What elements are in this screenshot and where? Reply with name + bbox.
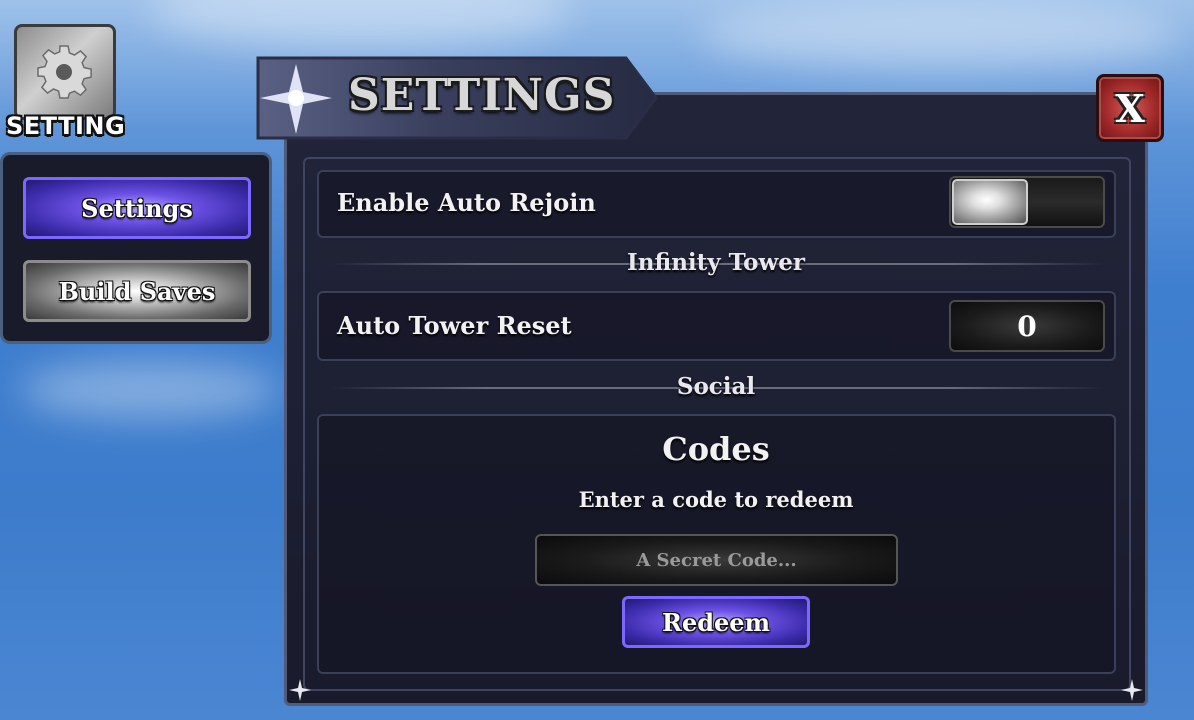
gear-icon xyxy=(37,45,92,99)
window-title: SETTINGS xyxy=(348,70,616,121)
close-button[interactable]: X xyxy=(1096,74,1164,142)
codes-title: Codes xyxy=(662,430,770,468)
auto-rejoin-label: Enable Auto Rejoin xyxy=(337,188,596,217)
cloud xyxy=(150,0,570,50)
auto-rejoin-toggle[interactable] xyxy=(949,176,1105,228)
cloud xyxy=(20,360,280,420)
codes-subtitle: Enter a code to redeem xyxy=(578,487,854,512)
corner-star-icon xyxy=(1121,679,1143,701)
cloud xyxy=(700,0,1180,70)
section-title-infinity-tower: Infinity Tower xyxy=(626,249,806,276)
section-title-social: Social xyxy=(676,373,756,400)
code-input[interactable] xyxy=(535,534,898,586)
setting-launcher-label: SETTING xyxy=(6,112,126,140)
nav-item-settings[interactable]: Settings xyxy=(23,177,251,239)
nav-item-build-saves[interactable]: Build Saves xyxy=(23,260,251,322)
auto-tower-reset-input[interactable]: 0 xyxy=(949,300,1105,352)
settings-nav-panel: Settings Build Saves xyxy=(0,152,272,344)
corner-star-icon xyxy=(289,679,311,701)
auto-tower-reset-label: Auto Tower Reset xyxy=(337,311,572,340)
setting-launcher-button[interactable]: SETTING xyxy=(6,24,125,140)
redeem-button[interactable]: Redeem xyxy=(622,596,810,648)
toggle-knob[interactable] xyxy=(952,179,1028,225)
